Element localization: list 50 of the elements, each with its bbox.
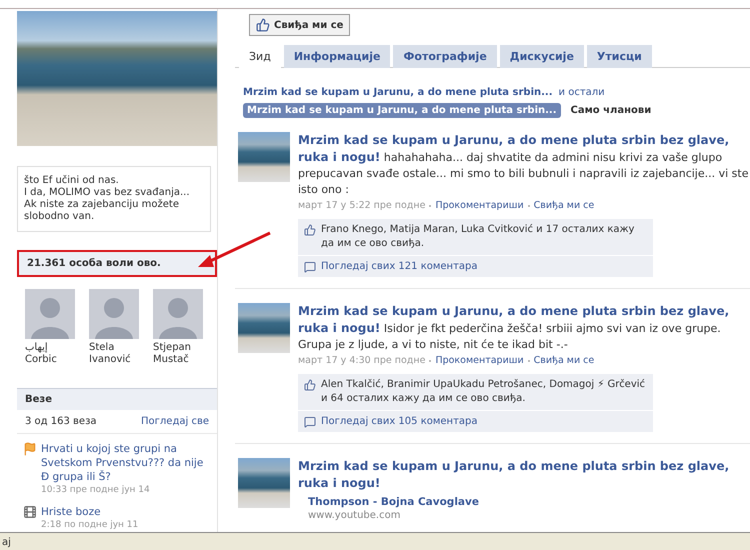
see-all-link[interactable]: Погледај све	[141, 415, 209, 428]
attachment-source: www.youtube.com	[308, 509, 402, 522]
post-time: март 17 у 4:30 пре подне	[298, 355, 426, 366]
thumbs-up-icon	[304, 224, 316, 236]
filter-option[interactable]: Mrzim kad se kupam u Jarunu, a do mene pluta srbin...	[243, 103, 561, 118]
link-title[interactable]: Hrvati u kojoj ste grupi na Svetskom Prvenstvu??? da nije Đ grupa ili Š?	[41, 442, 211, 484]
photo-placeholder	[238, 132, 290, 182]
post-time: март 17 у 5:22 пре подне	[298, 200, 426, 211]
link-time: 10:33 пре подне јун 14	[41, 484, 151, 497]
group-description: što Ef učini od nas. I da, MOLIMO vas bez svađanja... Ak niste za zajebanciju možete slobodno van.	[17, 166, 211, 232]
tab[interactable]: Фотографије	[393, 45, 497, 68]
view-comments-link[interactable]: Погледај свих 121 коментара	[321, 260, 478, 273]
links-count: 3 од 163 веза	[25, 415, 97, 428]
section-title: Везе	[17, 388, 217, 410]
avatar-silhouette-icon	[89, 289, 139, 339]
post-text: Mrzim kad se kupam u Jarunu, a do mene pluta srbin bez glave, ruka i nogu!	[298, 458, 730, 492]
like-link[interactable]: Свиђа ми се	[534, 355, 594, 366]
thumbs-up-icon	[256, 18, 270, 32]
comment-icon	[304, 416, 316, 428]
avatar-silhouette-icon	[25, 289, 75, 339]
like-link[interactable]: Свиђа ми се	[534, 200, 594, 211]
post-text: Mrzim kad se kupam u Jarunu, a do mene pluta srbin bez glave, ruka i nogu! Isidor je fkt pederčina žešča! srbiii ajmo svi van iz ove grupe. Grupa je z ljude, a vi to niste, nit će te ikad bit -.-	[298, 303, 730, 353]
film-icon	[23, 505, 37, 519]
thumbs-up-icon	[304, 379, 316, 391]
fan-name[interactable]: إيهاب Corbic	[25, 342, 77, 366]
likes-text: Alen Tkalčić, Branimir UpaUkadu Petrošanec, Domagoj ⚡ Grčević и 64 осталих кажу да им се ово свиђа.	[321, 378, 646, 406]
group-link[interactable]: Mrzim kad se kupam u Jarunu, a do mene pluta srbin...	[243, 87, 553, 98]
photo-placeholder	[238, 458, 290, 508]
tab[interactable]: Дискусије	[500, 45, 584, 68]
others-link[interactable]: и остали	[558, 86, 605, 99]
likes-count: 21.361 особа воли ово.	[17, 250, 217, 277]
flag-icon	[23, 442, 37, 456]
comment-link[interactable]: Прокоментариши	[435, 200, 524, 211]
comment-icon	[304, 261, 316, 273]
fan-name[interactable]: Stela Ivanović	[89, 342, 141, 366]
photo-placeholder	[238, 303, 290, 353]
view-comments-link[interactable]: Погледај свих 105 коментара	[321, 415, 478, 428]
fan-name[interactable]: Stjepan Mustač	[153, 342, 205, 366]
filter-option[interactable]: Само чланови	[566, 103, 656, 118]
link-time: 2:18 по подне јун 11	[41, 519, 138, 532]
post-text: Mrzim kad se kupam u Jarunu, a do mene pluta srbin bez glave, ruka i nogu! hahahahaha... daj shvatite da admini nisu krivi za vaše glupo prepucavan svađe ostale... mi smo to bili bubnuli i napravili iz zajebancije... vi ste isto ono :	[298, 132, 750, 198]
comment-link[interactable]: Прокоментариши	[435, 355, 524, 366]
like-button[interactable]: Свиђа ми се	[249, 14, 350, 36]
attachment-title[interactable]: Thompson - Bojna Cavoglave	[308, 496, 750, 509]
avatar-silhouette-icon	[153, 289, 203, 339]
status-text: aj	[2, 537, 11, 548]
tab[interactable]: Информације	[284, 45, 390, 68]
tab[interactable]: Утисци	[586, 45, 652, 68]
link-title[interactable]: Hriste boze	[41, 505, 138, 519]
likes-text: Frano Knego, Matija Maran, Luka Cvitković и 17 осталих кажу да им се ово свиђа.	[321, 223, 636, 251]
